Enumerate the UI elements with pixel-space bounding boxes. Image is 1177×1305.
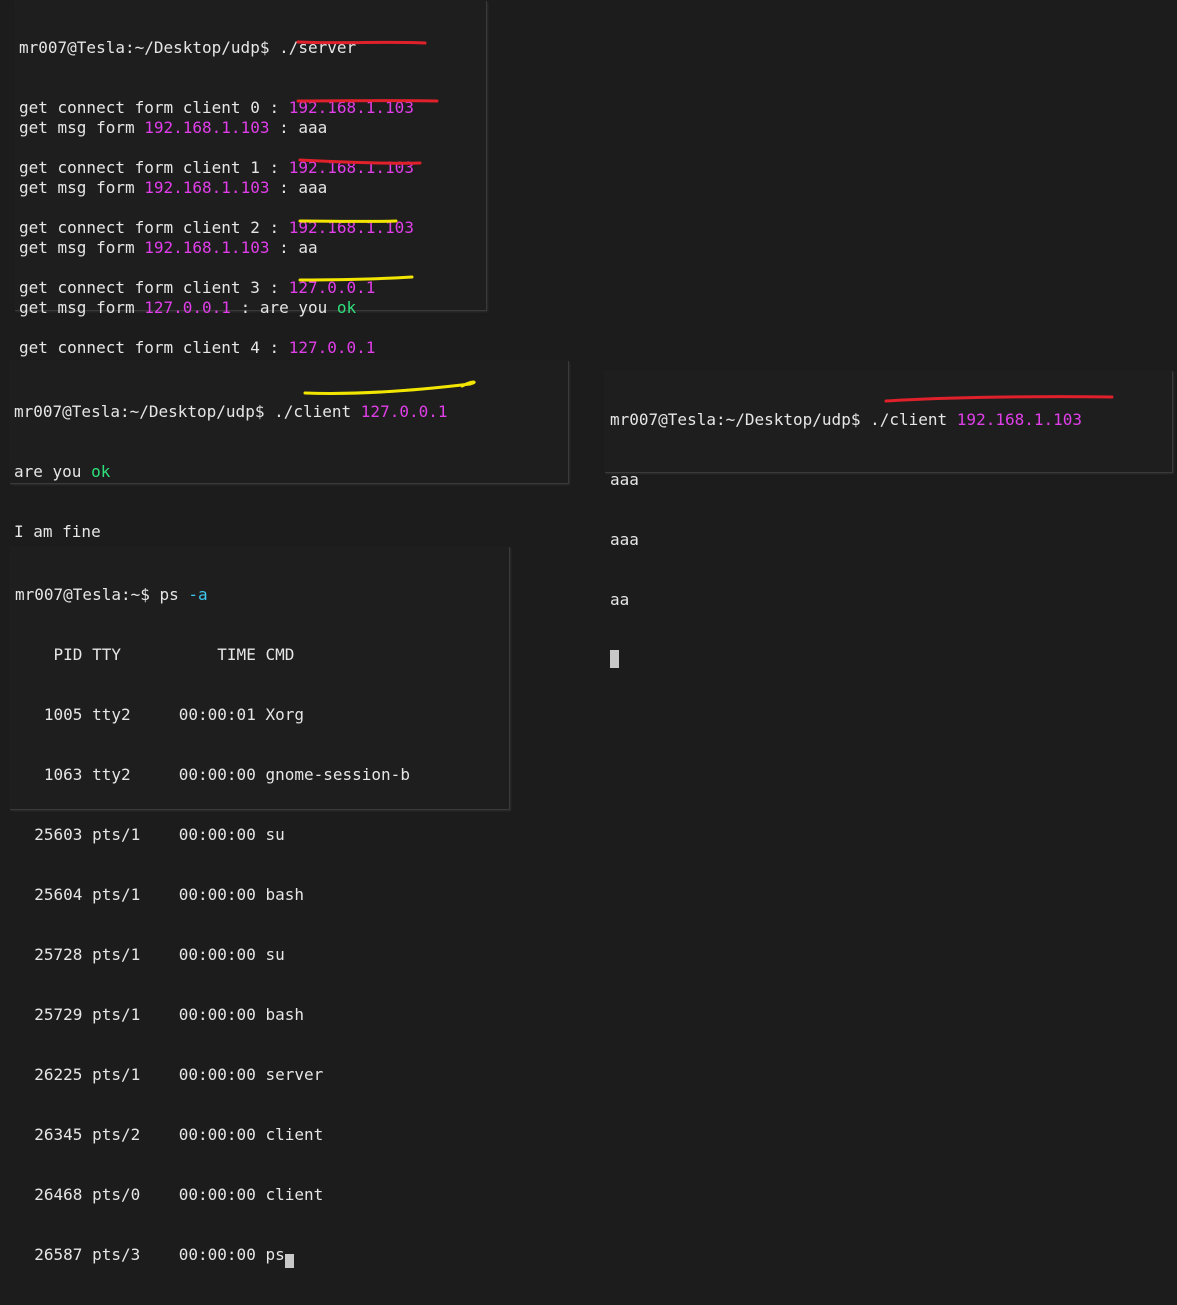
output-text: : aaa	[269, 178, 327, 197]
shell-prompt: mr007@Tesla:~/Desktop/udp$	[610, 410, 870, 429]
table-row: 25728 pts/1 00:00:00 su	[15, 945, 410, 965]
client-ip: 127.0.0.1	[144, 298, 231, 317]
output-text: get connect form client 3 :	[19, 278, 289, 297]
table-row: 26225 pts/1 00:00:00 server	[15, 1065, 410, 1085]
output-text: get msg form	[19, 298, 144, 317]
server-output-line: get msg form 192.168.1.103 : aaa	[19, 178, 414, 198]
client-ip: 192.168.1.103	[144, 178, 269, 197]
ps-command: ps	[160, 585, 189, 604]
blank-line	[19, 198, 414, 218]
output-text: get msg form	[19, 238, 144, 257]
output-text: : aaa	[269, 118, 327, 137]
output-text: get connect form client 1 :	[19, 158, 289, 177]
client-command: ./client	[274, 402, 361, 421]
blank-line	[19, 318, 414, 338]
cursor-block	[610, 650, 619, 668]
client-ip-arg: 127.0.0.1	[361, 402, 448, 421]
output-text: get msg form	[19, 178, 144, 197]
table-row: 25603 pts/1 00:00:00 su	[15, 825, 410, 845]
output-text: get connect form client 2 :	[19, 218, 289, 237]
client-ip: 192.168.1.103	[144, 118, 269, 137]
client-remote-terminal[interactable]: mr007@Tesla:~/Desktop/udp$ ./client 192.…	[604, 370, 1172, 472]
server-output-line: get msg form 192.168.1.103 : aaa	[19, 118, 414, 138]
client-local-prompt-line: mr007@Tesla:~/Desktop/udp$ ./client 127.…	[14, 402, 448, 422]
output-ok: ok	[337, 298, 356, 317]
table-row: 25604 pts/1 00:00:00 bash	[15, 885, 410, 905]
output-text: get connect form client 0 :	[19, 98, 289, 117]
server-output-line: get msg form 127.0.0.1 : are you ok	[19, 298, 414, 318]
table-row-text: 26587 pts/3 00:00:00 ps	[15, 1245, 285, 1264]
ps-flag: -a	[188, 585, 207, 604]
server-output-line: get msg form 192.168.1.103 : aa	[19, 238, 414, 258]
output-text: get msg form	[19, 118, 144, 137]
client-remote-prompt-line: mr007@Tesla:~/Desktop/udp$ ./client 192.…	[610, 410, 1082, 430]
server-command: ./server	[279, 38, 356, 57]
client-output-line: aaa	[610, 530, 1082, 550]
shell-prompt: mr007@Tesla:~/Desktop/udp$	[14, 402, 274, 421]
shell-prompt: mr007@Tesla:~/Desktop/udp$	[19, 38, 279, 57]
server-output-line: get connect form client 1 : 192.168.1.10…	[19, 158, 414, 178]
output-text: : aa	[269, 238, 317, 257]
server-terminal[interactable]: mr007@Tesla:~/Desktop/udp$ ./server get …	[14, 0, 486, 310]
output-text: are you	[14, 462, 91, 481]
table-row: 26587 pts/3 00:00:00 ps	[15, 1245, 410, 1265]
client-ip: 192.168.1.103	[144, 238, 269, 257]
blank-line	[19, 258, 414, 278]
client-output-line: aaa	[610, 470, 1082, 490]
client-ip: 127.0.0.1	[289, 338, 376, 357]
output-text: : are you	[231, 298, 337, 317]
cursor-block	[285, 1254, 294, 1268]
client-output-line: are you ok	[14, 462, 448, 482]
client-ip: 192.168.1.103	[289, 158, 414, 177]
client-ip: 192.168.1.103	[289, 218, 414, 237]
shell-prompt: mr007@Tesla:~$	[15, 585, 160, 604]
server-output-line: get connect form client 4 : 127.0.0.1	[19, 338, 414, 358]
server-output-line: get connect form client 0 : 192.168.1.10…	[19, 98, 414, 118]
output-text: get connect form client 4 :	[19, 338, 289, 357]
server-prompt-line: mr007@Tesla:~/Desktop/udp$ ./server	[19, 38, 414, 58]
server-output-line: get connect form client 3 : 127.0.0.1	[19, 278, 414, 298]
table-row: 26345 pts/2 00:00:00 client	[15, 1125, 410, 1145]
ps-prompt-line: mr007@Tesla:~$ ps -a	[15, 585, 410, 605]
blank-line	[19, 138, 414, 158]
server-output-line: get connect form client 2 : 192.168.1.10…	[19, 218, 414, 238]
table-row: 1005 tty2 00:00:01 Xorg	[15, 705, 410, 725]
client-ip: 192.168.1.103	[289, 98, 414, 117]
ps-header: PID TTY TIME CMD	[15, 645, 410, 665]
table-row: 1063 tty2 00:00:00 gnome-session-b	[15, 765, 410, 785]
client-ip: 127.0.0.1	[289, 278, 376, 297]
client-ip-arg: 192.168.1.103	[957, 410, 1082, 429]
table-row: 25729 pts/1 00:00:00 bash	[15, 1005, 410, 1025]
client-local-terminal[interactable]: mr007@Tesla:~/Desktop/udp$ ./client 127.…	[9, 360, 568, 483]
ps-terminal[interactable]: mr007@Tesla:~$ ps -a PID TTY TIME CMD 10…	[9, 546, 509, 809]
client-command: ./client	[870, 410, 957, 429]
output-ok: ok	[91, 462, 110, 481]
client-output-line: aa	[610, 590, 1082, 610]
table-row: 26468 pts/0 00:00:00 client	[15, 1185, 410, 1205]
client-output-line: I am fine	[14, 522, 448, 542]
